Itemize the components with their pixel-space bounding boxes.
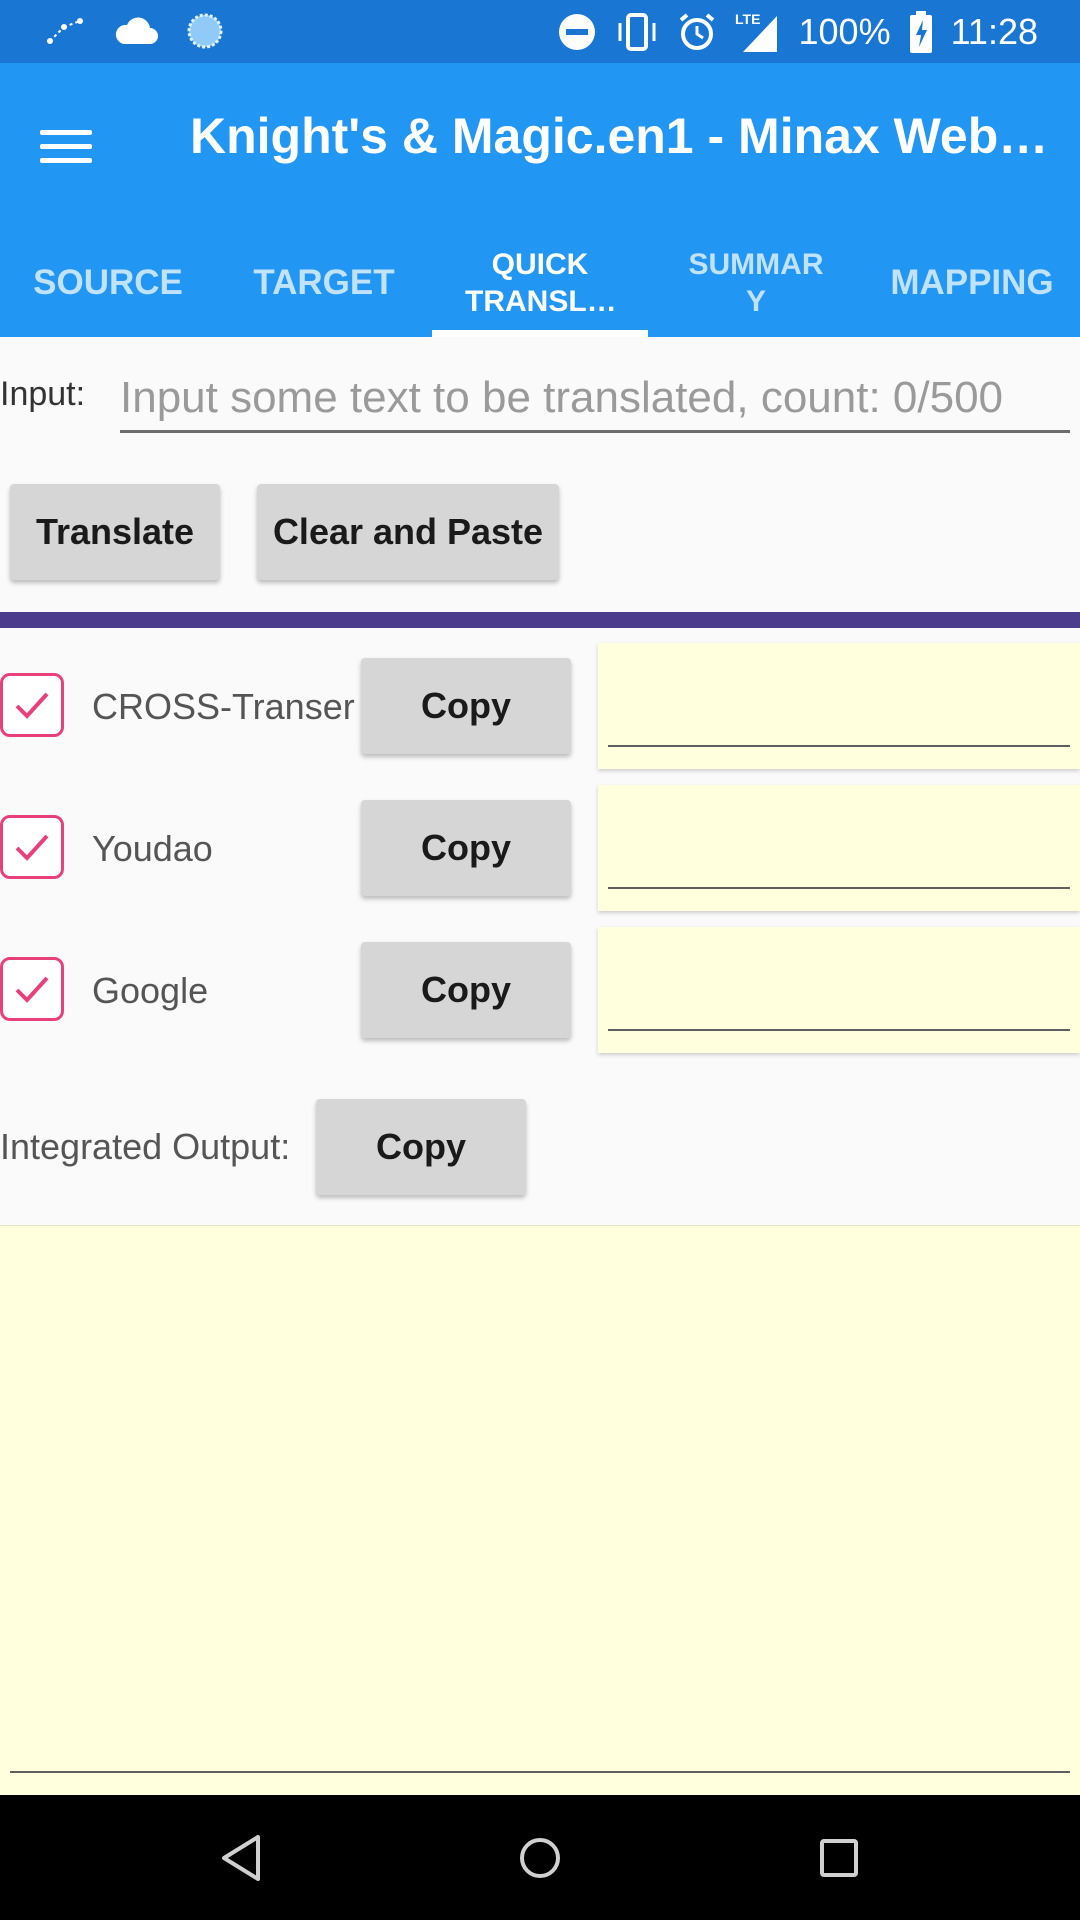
navigation-bar <box>0 1795 1080 1920</box>
app-bar: Knight's & Magic.en1 - Minax Web… SOURCE… <box>0 63 1080 337</box>
copy-cross-transer-button[interactable]: Copy <box>361 658 571 754</box>
hamburger-menu-icon[interactable] <box>40 113 106 179</box>
output-underline <box>608 1029 1070 1031</box>
checkmark-icon <box>15 692 49 719</box>
page-title: Knight's & Magic.en1 - Minax Web… <box>190 108 1049 164</box>
status-bar: LTE 100% 11:28 <box>0 0 1080 63</box>
checkmark-icon <box>15 834 49 861</box>
engine-label-cross-transer: CROSS-Transer <box>92 686 355 727</box>
status-bar-left <box>44 12 224 50</box>
copy-google-button[interactable]: Copy <box>361 942 571 1038</box>
youdao-output[interactable] <box>598 785 1080 911</box>
svg-text:LTE: LTE <box>735 11 760 27</box>
engine-label-google: Google <box>92 970 209 1011</box>
copy-integrated-button[interactable]: Copy <box>316 1099 526 1195</box>
input-text-field[interactable] <box>120 365 1070 433</box>
tab-summary-label: SUMMAR Y <box>688 248 824 318</box>
tab-quick-translate[interactable]: QUICK TRANSL… <box>432 229 648 337</box>
constellation-icon <box>47 18 83 44</box>
alarm-icon <box>679 13 714 50</box>
google-checkbox[interactable] <box>0 957 64 1021</box>
translate-button[interactable]: Translate <box>10 484 220 580</box>
home-icon[interactable] <box>507 1825 573 1891</box>
tab-bar: SOURCE TARGET QUICK TRANSL… SUMMAR Y MAP… <box>0 229 1080 337</box>
battery-percent: 100% <box>798 11 891 52</box>
integrated-output-label: Integrated Output: <box>0 1126 291 1167</box>
copy-youdao-button[interactable]: Copy <box>361 800 571 896</box>
recents-icon[interactable] <box>806 1825 872 1891</box>
dnd-icon <box>558 14 595 50</box>
checkmark-icon <box>15 976 49 1003</box>
tab-quick-translate-label: QUICK TRANSL… <box>465 248 617 318</box>
cross-transer-output[interactable] <box>598 643 1080 769</box>
google-output[interactable] <box>598 927 1080 1053</box>
tab-mapping[interactable]: MAPPING <box>864 229 1080 337</box>
clear-and-paste-button[interactable]: Clear and Paste <box>257 484 559 580</box>
status-bar-right: LTE 100% 11:28 <box>557 8 1038 56</box>
tab-source[interactable]: SOURCE <box>0 229 216 337</box>
clock: 11:28 <box>950 11 1038 52</box>
youdao-checkbox[interactable] <box>0 815 64 879</box>
battery-charging-icon <box>909 11 932 53</box>
output-underline <box>608 745 1070 747</box>
sync-icon <box>187 13 223 49</box>
cloud-icon <box>115 17 158 44</box>
output-underline <box>10 1771 1070 1773</box>
input-label: Input: <box>0 375 86 413</box>
tab-target[interactable]: TARGET <box>216 229 432 337</box>
output-underline <box>608 887 1070 889</box>
signal-icon: LTE <box>735 11 777 52</box>
integrated-output-textarea[interactable] <box>0 1225 1080 1795</box>
cross-transer-checkbox[interactable] <box>0 673 64 737</box>
engine-label-youdao: Youdao <box>92 828 213 869</box>
back-icon[interactable] <box>208 1825 274 1891</box>
tab-summary[interactable]: SUMMAR Y <box>648 229 864 337</box>
vibrate-icon <box>618 13 655 51</box>
section-divider <box>0 612 1080 628</box>
